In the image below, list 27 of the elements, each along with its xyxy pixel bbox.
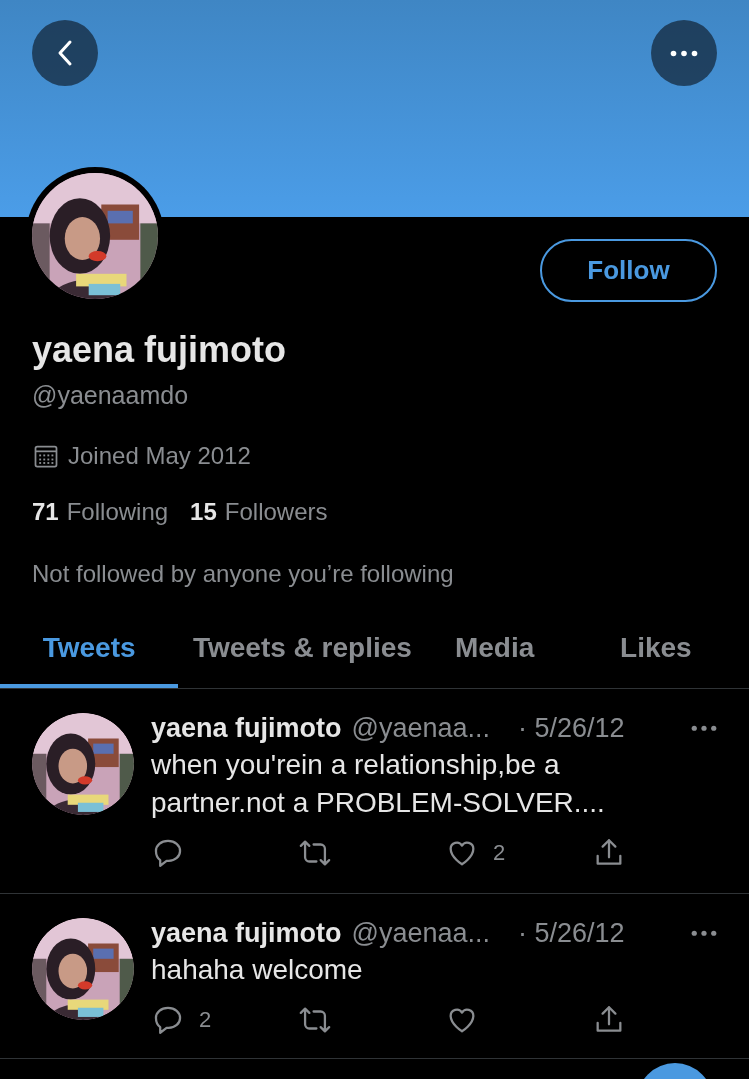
tweet-date: · 5/26/12 xyxy=(518,713,625,744)
following-count[interactable]: 71 xyxy=(32,498,59,526)
tweet-author-name: yaena fujimoto xyxy=(151,918,342,949)
back-icon xyxy=(57,39,73,67)
follow-button[interactable]: Follow xyxy=(540,239,717,302)
more-icon xyxy=(691,930,717,937)
reply-button[interactable]: 2 xyxy=(151,1003,298,1037)
followers-count[interactable]: 15 xyxy=(190,498,217,526)
profile-tab[interactable]: Likes xyxy=(562,622,749,688)
profile-tab[interactable]: Tweets xyxy=(0,622,179,688)
profile-name: yaena fujimoto xyxy=(31,328,288,371)
tweet-date: · 5/26/12 xyxy=(518,918,625,949)
profile-tab[interactable]: Media xyxy=(426,622,563,688)
like-button[interactable]: 2 xyxy=(445,836,592,870)
followers-label[interactable]: Followers xyxy=(224,498,328,526)
tweet-text: hahaha welcome xyxy=(151,953,364,987)
more-icon xyxy=(691,725,717,732)
tweet-author-name: yaena fujimoto xyxy=(151,713,342,744)
more-icon xyxy=(670,49,698,57)
mutual-followers-note: Not followed by anyone you’re following xyxy=(32,560,454,588)
tweet-text: when you'rein a relationship,be a partner.not a PROBLEM-SOLVER.... xyxy=(151,748,606,820)
profile-tab[interactable]: Tweets & replies xyxy=(178,622,427,688)
following-label[interactable]: Following xyxy=(66,498,169,526)
profile-handle: @yaenaamdo xyxy=(31,380,190,410)
tweet-handle: @yaenaa... xyxy=(351,713,491,744)
tweet-handle: @yaenaa... xyxy=(351,918,491,949)
joined-date: Joined May 2012 xyxy=(68,442,251,470)
